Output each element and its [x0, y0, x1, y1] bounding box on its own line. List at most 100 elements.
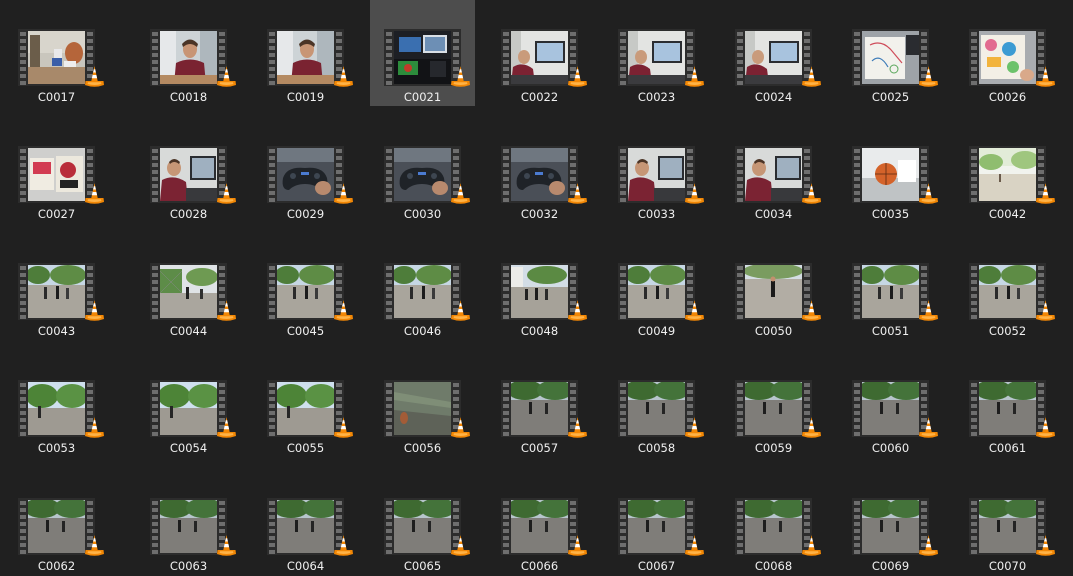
video-thumbnail [384, 29, 461, 86]
video-thumbnail [969, 263, 1046, 320]
video-frame [277, 31, 334, 84]
file-item[interactable]: C0023 [604, 0, 709, 106]
video-thumbnail [969, 380, 1046, 437]
vlc-cone-icon [685, 417, 704, 439]
file-name-label: C0048 [520, 324, 559, 338]
file-item[interactable]: C0051 [838, 234, 943, 340]
file-name-label: C0028 [169, 207, 208, 221]
vlc-cone-icon [802, 417, 821, 439]
file-name-label: C0061 [988, 441, 1027, 455]
video-thumbnail [735, 146, 812, 203]
file-name-label: C0030 [403, 207, 442, 221]
video-frame [979, 500, 1036, 553]
film-strip-edge [384, 498, 394, 555]
file-item[interactable]: C0053 [4, 351, 109, 457]
film-strip-edge [267, 498, 277, 555]
file-item[interactable]: C0070 [955, 469, 1060, 575]
video-thumbnail [150, 498, 227, 555]
vlc-cone-icon [685, 183, 704, 205]
file-item[interactable]: C0048 [487, 234, 592, 340]
file-item[interactable]: C0052 [955, 234, 1060, 340]
file-item[interactable]: C0017 [4, 0, 109, 106]
video-thumbnail [735, 498, 812, 555]
file-item[interactable]: C0055 [253, 351, 358, 457]
vlc-cone-icon [451, 183, 470, 205]
vlc-cone-icon [451, 300, 470, 322]
video-thumbnail [384, 380, 461, 437]
video-frame [862, 148, 919, 201]
file-item[interactable]: C0029 [253, 117, 358, 223]
file-item[interactable]: C0046 [370, 234, 475, 340]
video-frame [745, 148, 802, 201]
vlc-cone-icon [217, 535, 236, 557]
file-item[interactable]: C0027 [4, 117, 109, 223]
file-item[interactable]: C0058 [604, 351, 709, 457]
file-item[interactable]: C0066 [487, 469, 592, 575]
video-thumbnail [267, 380, 344, 437]
film-strip-edge [969, 146, 979, 203]
file-item[interactable]: C0057 [487, 351, 592, 457]
vlc-cone-icon [919, 535, 938, 557]
file-item[interactable]: C0044 [136, 234, 241, 340]
file-item[interactable]: C0019 [253, 0, 358, 106]
video-thumbnail [267, 29, 344, 86]
file-name-label: C0022 [520, 90, 559, 104]
vlc-cone-icon [802, 535, 821, 557]
video-frame [160, 265, 217, 318]
file-item[interactable]: C0030 [370, 117, 475, 223]
file-name-label: C0045 [286, 324, 325, 338]
file-item[interactable]: C0034 [721, 117, 826, 223]
file-name-label: C0063 [169, 559, 208, 573]
file-item[interactable]: C0042 [955, 117, 1060, 223]
video-thumbnail [852, 263, 929, 320]
file-item[interactable]: C0050 [721, 234, 826, 340]
file-item[interactable]: C0018 [136, 0, 241, 106]
file-item[interactable]: C0021 [370, 0, 475, 106]
file-item[interactable]: C0032 [487, 117, 592, 223]
vlc-cone-icon [85, 300, 104, 322]
file-name-label: C0023 [637, 90, 676, 104]
file-item[interactable]: C0062 [4, 469, 109, 575]
file-item[interactable]: C0028 [136, 117, 241, 223]
file-item[interactable]: C0067 [604, 469, 709, 575]
video-thumbnail [852, 146, 929, 203]
file-item[interactable]: C0061 [955, 351, 1060, 457]
video-thumbnail [267, 498, 344, 555]
file-item[interactable]: C0065 [370, 469, 475, 575]
vlc-cone-icon [685, 300, 704, 322]
film-strip-edge [618, 146, 628, 203]
vlc-cone-icon [568, 300, 587, 322]
film-strip-edge [267, 263, 277, 320]
film-strip-edge [852, 29, 862, 86]
file-item[interactable]: C0026 [955, 0, 1060, 106]
film-strip-edge [852, 498, 862, 555]
file-item[interactable]: C0045 [253, 234, 358, 340]
file-item[interactable]: C0024 [721, 0, 826, 106]
film-strip-edge [267, 146, 277, 203]
file-item[interactable]: C0054 [136, 351, 241, 457]
film-strip-edge [618, 29, 628, 86]
file-item[interactable]: C0035 [838, 117, 943, 223]
file-item[interactable]: C0064 [253, 469, 358, 575]
file-grid: C0017 C0018 C0019 C0021 C0022 C0023 C002… [0, 0, 1073, 576]
file-name-label: C0065 [403, 559, 442, 573]
file-item[interactable]: C0049 [604, 234, 709, 340]
film-strip-edge [267, 29, 277, 86]
file-item[interactable]: C0063 [136, 469, 241, 575]
file-item[interactable]: C0060 [838, 351, 943, 457]
file-item[interactable]: C0069 [838, 469, 943, 575]
file-item[interactable]: C0033 [604, 117, 709, 223]
file-item[interactable]: C0022 [487, 0, 592, 106]
video-thumbnail [267, 146, 344, 203]
video-thumbnail [735, 380, 812, 437]
vlc-cone-icon [334, 535, 353, 557]
film-strip-edge [735, 29, 745, 86]
video-thumbnail [384, 263, 461, 320]
file-item[interactable]: C0043 [4, 234, 109, 340]
file-item[interactable]: C0059 [721, 351, 826, 457]
file-item[interactable]: C0056 [370, 351, 475, 457]
video-frame [979, 382, 1036, 435]
file-item[interactable]: C0025 [838, 0, 943, 106]
file-item[interactable]: C0068 [721, 469, 826, 575]
vlc-cone-icon [802, 66, 821, 88]
